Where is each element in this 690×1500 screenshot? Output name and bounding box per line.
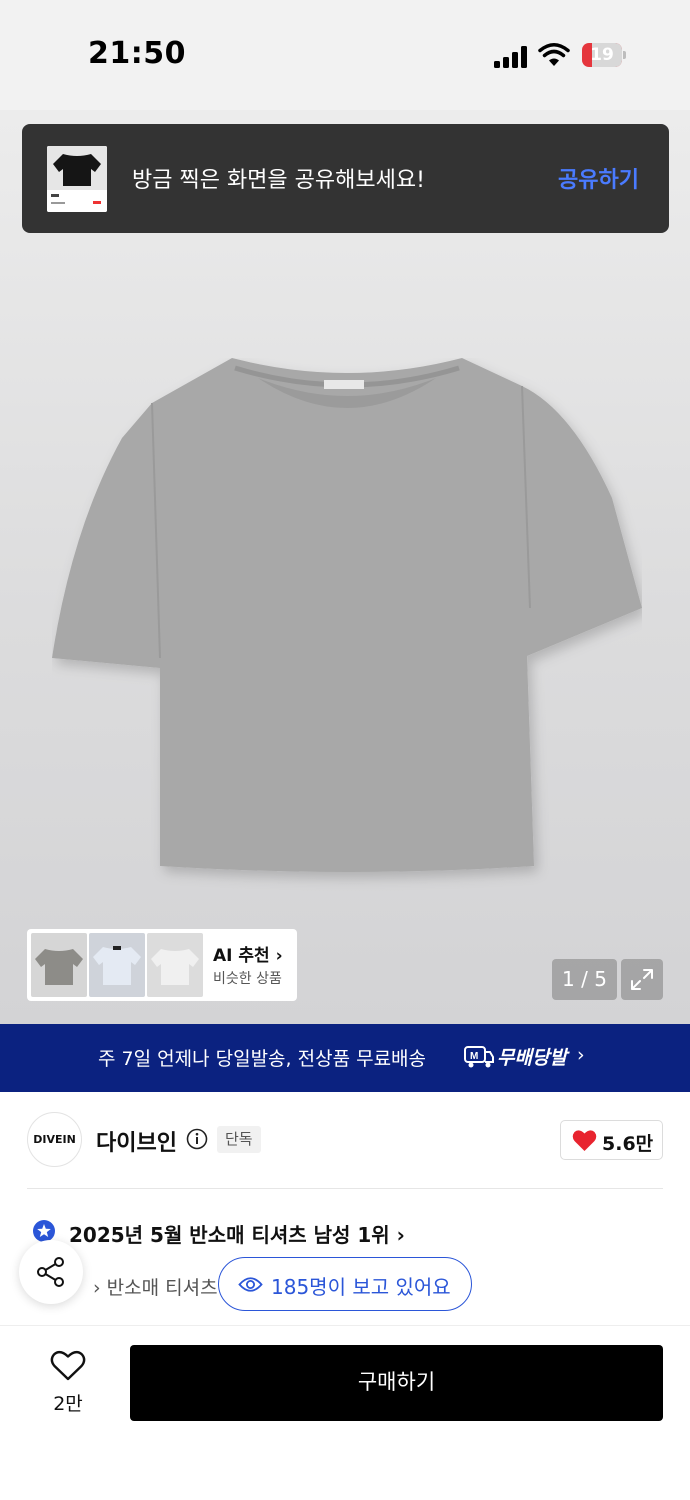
ai-recommend-title: AI 추천 ›	[213, 946, 283, 966]
viewers-text: 185명이 보고 있어요	[271, 1275, 451, 1299]
wishlist-count: 2만	[53, 1393, 83, 1415]
ai-recommend-thumb[interactable]	[89, 933, 145, 997]
brand-like-button[interactable]: 5.6만	[560, 1120, 663, 1160]
status-bar: 21:50 19	[0, 0, 690, 110]
screenshot-thumbnail[interactable]	[47, 146, 107, 212]
status-time: 21:50	[88, 36, 186, 71]
ai-recommend-card[interactable]: AI 추천 › 비슷한 상품	[27, 929, 297, 1001]
exclusive-badge: 단독	[217, 1126, 261, 1153]
share-icon	[37, 1257, 64, 1287]
info-icon[interactable]	[186, 1128, 208, 1150]
product-image[interactable]	[0, 110, 690, 1024]
shipping-banner[interactable]: 주 7일 언제나 당일발송, 전상품 무료배송 M 무배당발 ›	[0, 1024, 690, 1092]
eye-icon	[238, 1277, 263, 1292]
banner-text: 주 7일 언제나 당일발송, 전상품 무료배송	[98, 1048, 427, 1070]
ai-recommend-thumb[interactable]	[147, 933, 203, 997]
share-toast: 방금 찍은 화면을 공유해보세요! 공유하기	[22, 124, 669, 233]
battery-level: 19	[590, 45, 614, 65]
ai-recommend-subtitle: 비슷한 상품	[213, 971, 282, 987]
expand-icon	[631, 969, 653, 990]
signal-icon	[494, 46, 528, 68]
thumbnail-image	[47, 146, 107, 212]
brand-name[interactable]: 다이브인	[96, 1125, 177, 1157]
wifi-icon	[538, 43, 570, 66]
ai-recommend-thumb[interactable]	[31, 933, 87, 997]
heart-filled-icon	[572, 1130, 597, 1151]
buy-button[interactable]: 구매하기	[130, 1345, 663, 1421]
image-pager: 1 / 5	[552, 959, 617, 1000]
share-now-button[interactable]: 공유하기	[558, 162, 639, 194]
ranking-link[interactable]: 2025년 5월 반소매 티셔츠 남성 1위 ›	[69, 1219, 405, 1248]
svg-text:M: M	[470, 1051, 478, 1062]
free-shipping-truck-icon: M	[464, 1046, 494, 1068]
bottom-bar-divider	[0, 1325, 690, 1326]
battery-icon: 19	[582, 43, 626, 67]
viewers-badge: 185명이 보고 있어요	[218, 1257, 472, 1311]
heart-outline-icon[interactable]	[50, 1350, 86, 1382]
category-breadcrumb[interactable]: › 반소매 티셔츠	[93, 1273, 218, 1300]
expand-image-button[interactable]	[621, 959, 663, 1000]
brand-like-count: 5.6만	[602, 1133, 654, 1155]
divider	[27, 1188, 663, 1189]
tshirt-image	[52, 358, 642, 872]
toast-message: 방금 찍은 화면을 공유해보세요!	[132, 168, 425, 193]
chevron-right-icon: ›	[577, 1044, 585, 1066]
share-button[interactable]	[19, 1240, 83, 1304]
brand-logo[interactable]: DIVEIN	[27, 1112, 82, 1167]
banner-brand: 무배당발	[497, 1047, 567, 1069]
